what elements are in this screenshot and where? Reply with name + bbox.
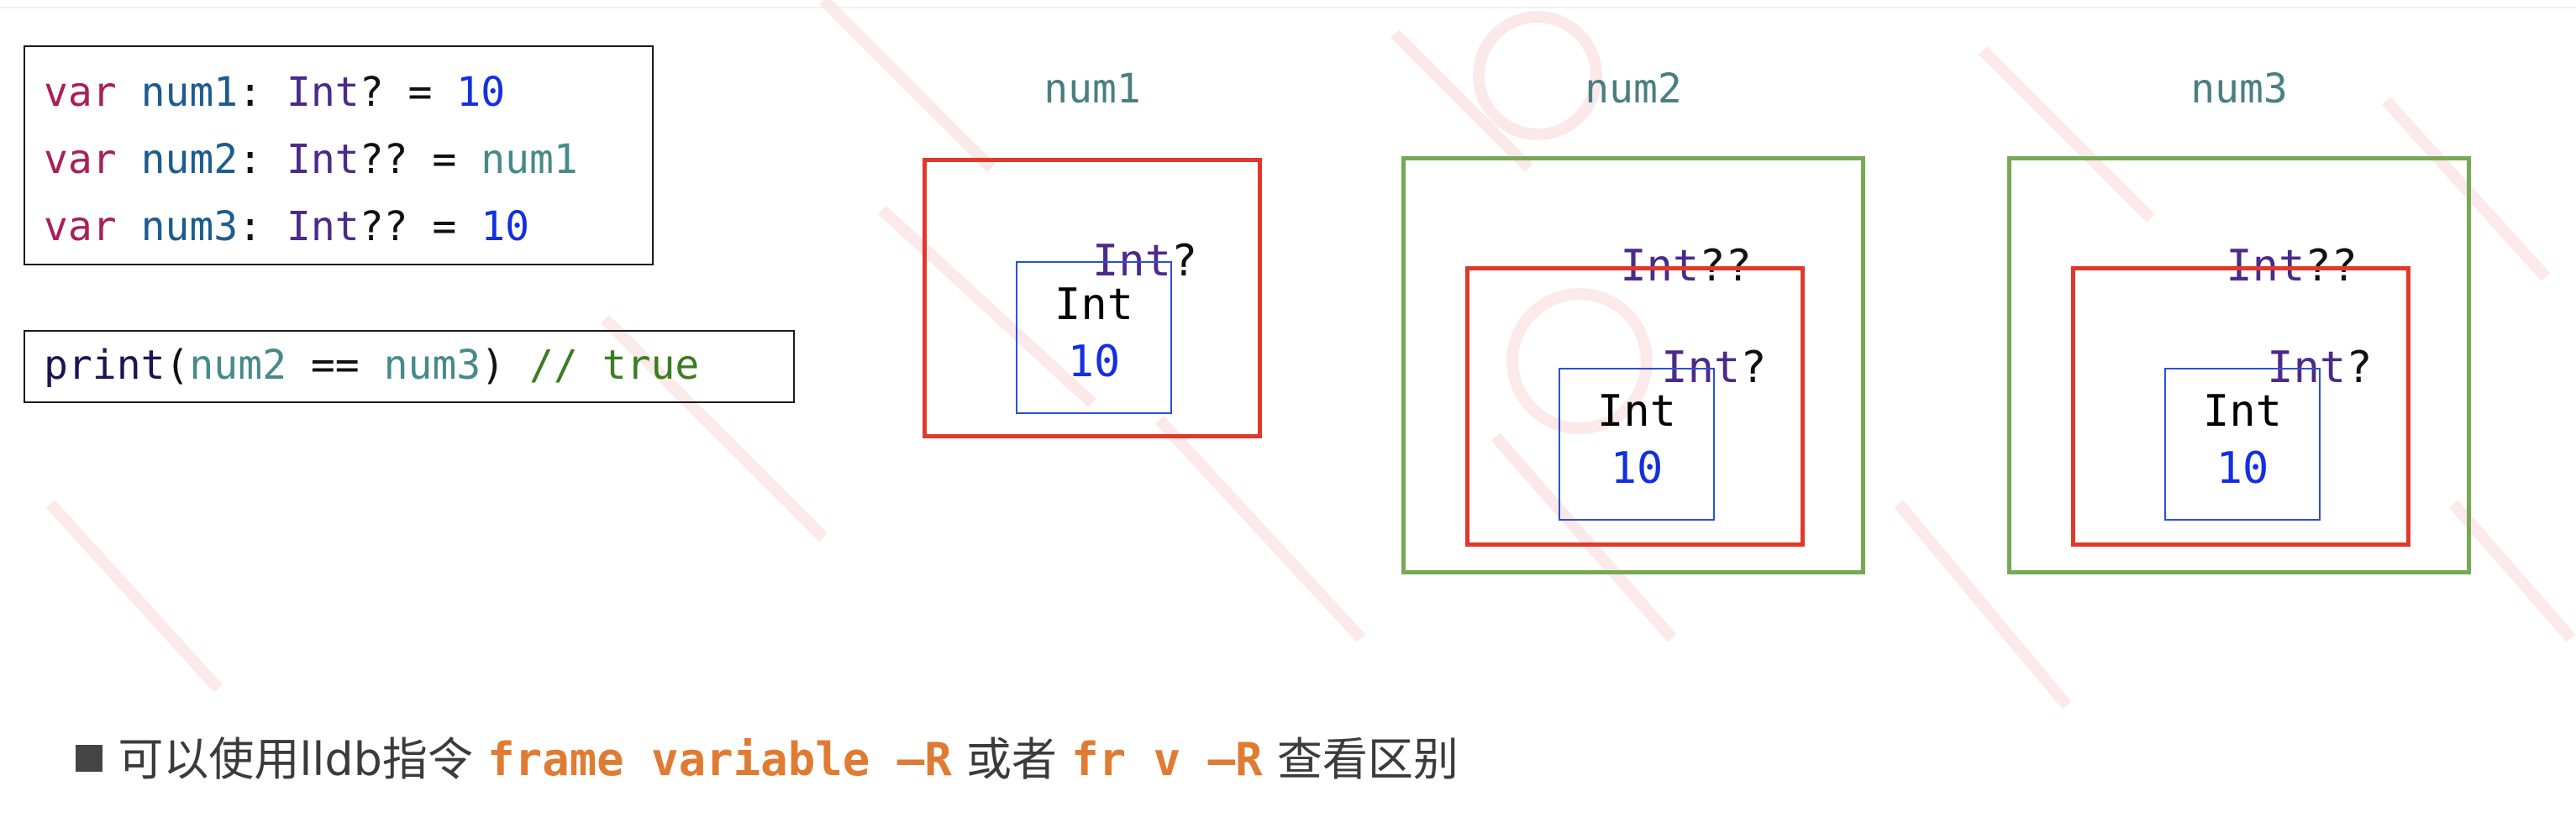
num2-value-box: Int 10 — [1559, 368, 1715, 521]
code-line-1: var num1: Int? = 10 — [44, 67, 505, 118]
code-token: ? = — [359, 69, 457, 116]
code-token: : — [238, 69, 287, 116]
note-middle: 或者 — [951, 733, 1072, 786]
num1-value: 10 — [1067, 337, 1121, 387]
code-line-3: var num3: Int?? = 10 — [44, 202, 529, 252]
code-token: num1 — [481, 136, 578, 183]
num1-title: num1 — [1044, 66, 1141, 113]
num2-outer-box: Int?? Int? Int 10 — [1401, 156, 1865, 574]
note-command-frame-variable: frame variable –R — [487, 733, 952, 786]
top-divider — [0, 7, 2576, 8]
num3-outer-box: Int?? Int? Int 10 — [2007, 156, 2471, 574]
note-suffix: 查看区别 — [1262, 733, 1459, 786]
code-token: print — [44, 342, 166, 389]
code-token: 10 — [481, 203, 529, 250]
num3-optional-box: Int? Int 10 — [2071, 266, 2410, 547]
code-token: num3 — [140, 203, 239, 250]
num1-value-box: Int 10 — [1016, 261, 1172, 414]
print-code-box: print(num2 == num3) // true — [24, 330, 795, 403]
code-token: 10 — [456, 69, 506, 116]
code-token: : — [238, 136, 287, 183]
code-token: : — [238, 203, 287, 250]
code-token: var — [44, 136, 117, 183]
code-token: num2 — [140, 136, 239, 183]
num3-title: num3 — [2190, 66, 2288, 113]
declarations-code-box: var num1: Int? = 10 var num2: Int?? = nu… — [24, 45, 654, 265]
code-token: var — [44, 69, 117, 116]
lldb-note: 可以使用lldb指令 frame variable –R 或者 fr v –R … — [47, 672, 1459, 789]
print-line: print(num2 == num3) // true — [44, 340, 699, 390]
code-line-2: var num2: Int?? = num1 — [44, 134, 578, 185]
num3-value-type: Int — [2203, 386, 2282, 437]
num2-title: num2 — [1585, 66, 1682, 113]
note-prefix: 可以使用lldb指令 — [118, 733, 488, 786]
code-token: Int — [287, 136, 360, 183]
num3-value: 10 — [2216, 443, 2269, 494]
num1-value-type: Int — [1054, 280, 1133, 330]
code-token: num3 — [383, 342, 481, 389]
code-token: var — [44, 203, 117, 250]
num3-value-box: Int 10 — [2164, 368, 2321, 521]
code-token: Int — [287, 69, 360, 116]
code-token: ?? = — [359, 203, 481, 250]
code-token: // true — [505, 342, 700, 389]
code-token: ) — [481, 342, 506, 389]
code-token: num1 — [140, 69, 239, 116]
code-token: num2 — [189, 342, 287, 389]
num2-value-type: Int — [1597, 386, 1676, 437]
bullet-square-icon — [76, 745, 103, 772]
code-token: Int — [287, 203, 360, 250]
num2-value: 10 — [1610, 443, 1664, 494]
note-command-fr-v: fr v –R — [1071, 733, 1263, 786]
code-token: ( — [165, 342, 190, 389]
num1-optional-box: Int? Int 10 — [923, 158, 1262, 438]
num2-optional-box: Int? Int 10 — [1465, 266, 1805, 547]
code-token: ?? = — [359, 136, 481, 183]
code-token: == — [287, 342, 384, 389]
